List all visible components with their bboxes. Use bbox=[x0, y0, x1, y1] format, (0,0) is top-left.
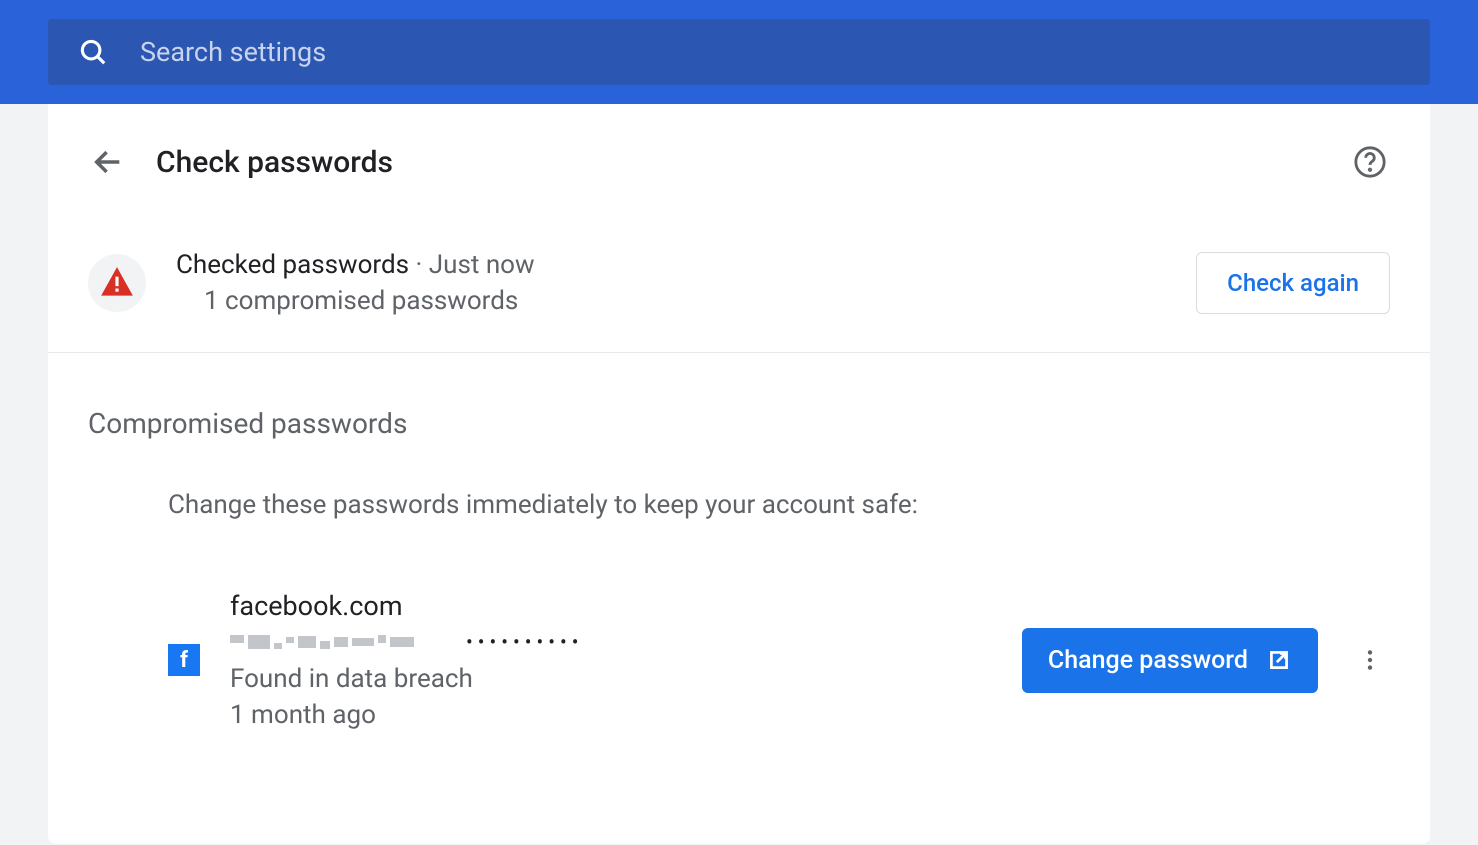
card-header: Check passwords bbox=[48, 104, 1430, 220]
breach-info: Found in data breach bbox=[230, 664, 1022, 694]
facebook-favicon-icon: f bbox=[168, 644, 200, 676]
search-input[interactable] bbox=[140, 36, 1400, 68]
open-external-icon bbox=[1266, 647, 1292, 673]
search-icon bbox=[78, 37, 108, 67]
more-vertical-icon bbox=[1357, 647, 1383, 673]
more-options-button[interactable] bbox=[1350, 640, 1390, 680]
credential-line: •••••••••• bbox=[230, 630, 1022, 654]
compromised-section-title: Compromised passwords bbox=[48, 353, 1430, 470]
status-text: Checked passwords · Just now 1 compromis… bbox=[176, 250, 1196, 316]
breach-time: 1 month ago bbox=[230, 700, 1022, 730]
back-button[interactable] bbox=[88, 142, 128, 182]
status-checked-label: Checked passwords bbox=[176, 250, 409, 280]
check-again-button[interactable]: Check again bbox=[1196, 252, 1390, 314]
password-item: f facebook.com •••••••••• Found i bbox=[48, 550, 1430, 750]
change-password-button[interactable]: Change password bbox=[1022, 628, 1318, 693]
help-icon bbox=[1353, 145, 1387, 179]
status-separator: · bbox=[409, 250, 429, 280]
status-time: Just now bbox=[429, 250, 535, 280]
status-icon-circle bbox=[88, 254, 146, 312]
settings-card: Check passwords Checked passwords · Just… bbox=[48, 104, 1430, 844]
search-header bbox=[0, 0, 1478, 104]
warning-triangle-icon bbox=[98, 264, 136, 302]
blurred-username bbox=[230, 631, 430, 653]
compromised-instruction: Change these passwords immediately to ke… bbox=[48, 470, 1430, 550]
status-checked-line: Checked passwords · Just now bbox=[176, 250, 1196, 280]
password-dots: •••••••••• bbox=[466, 630, 583, 654]
page-title: Check passwords bbox=[156, 145, 1350, 180]
change-password-label: Change password bbox=[1048, 646, 1248, 675]
password-details: facebook.com •••••••••• Found in data br… bbox=[230, 590, 1022, 730]
help-button[interactable] bbox=[1350, 142, 1390, 182]
search-box[interactable] bbox=[48, 19, 1430, 85]
site-name: facebook.com bbox=[230, 590, 1022, 622]
status-row: Checked passwords · Just now 1 compromis… bbox=[48, 220, 1430, 353]
arrow-left-icon bbox=[91, 145, 125, 179]
status-summary: 1 compromised passwords bbox=[176, 286, 1196, 316]
